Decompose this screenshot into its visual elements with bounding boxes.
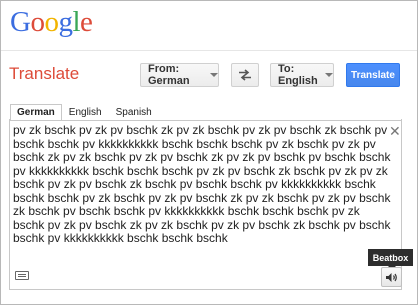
logo-letter: G xyxy=(10,6,31,38)
logo-letter: l xyxy=(72,6,81,38)
swap-languages-button[interactable] xyxy=(231,63,259,87)
source-text[interactable]: pv zk bschk pv zk pv bschk zk pv zk bsch… xyxy=(13,123,391,246)
header-divider xyxy=(1,50,417,51)
chevron-down-icon xyxy=(210,73,218,77)
page-title: Translate xyxy=(9,64,80,83)
target-language-label: To: English xyxy=(278,63,318,87)
translate-button[interactable]: Translate xyxy=(346,63,400,87)
beatbox-tooltip: Beatbox xyxy=(368,249,413,270)
logo-letter: o xyxy=(44,6,59,38)
close-icon[interactable]: ✕ xyxy=(389,124,401,138)
target-language-button[interactable]: To: English xyxy=(270,63,334,87)
google-logo[interactable]: Google xyxy=(10,4,93,40)
listen-button[interactable] xyxy=(381,267,402,287)
logo-letter: g xyxy=(58,6,73,38)
swap-arrows-icon xyxy=(239,69,251,81)
logo-letter: e xyxy=(80,6,93,38)
logo-letter: o xyxy=(30,6,45,38)
keyboard-icon[interactable] xyxy=(15,271,29,280)
speaker-icon xyxy=(386,272,397,282)
chevron-down-icon xyxy=(325,73,333,77)
source-language-label: From: German xyxy=(148,63,190,87)
source-language-button[interactable]: From: German xyxy=(140,63,219,87)
